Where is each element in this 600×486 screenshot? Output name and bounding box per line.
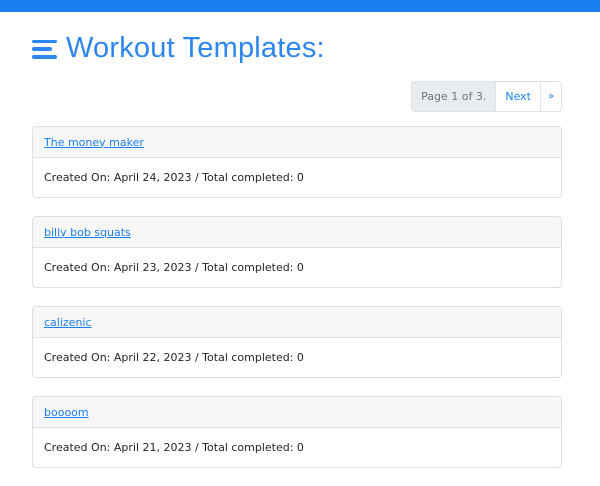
- template-card-header: boooom: [33, 397, 561, 428]
- page-indicator: Page 1 of 3.: [411, 81, 496, 112]
- template-card: The money maker Created On: April 24, 20…: [32, 126, 562, 198]
- page-header: Workout Templates:: [32, 30, 325, 66]
- template-card: billy bob squats Created On: April 23, 2…: [32, 216, 562, 288]
- template-card-header: calizenic: [33, 307, 561, 338]
- template-meta: Created On: April 24, 2023 / Total compl…: [44, 171, 304, 184]
- page-title: Workout Templates:: [66, 32, 325, 64]
- template-link[interactable]: The money maker: [44, 136, 144, 149]
- template-meta: Created On: April 23, 2023 / Total compl…: [44, 261, 304, 274]
- template-meta: Created On: April 22, 2023 / Total compl…: [44, 351, 304, 364]
- template-link[interactable]: billy bob squats: [44, 226, 131, 239]
- next-page-button[interactable]: Next: [495, 81, 540, 112]
- pagination: Page 1 of 3. Next »: [411, 81, 562, 112]
- template-card: boooom Created On: April 21, 2023 / Tota…: [32, 396, 562, 468]
- template-card: calizenic Created On: April 22, 2023 / T…: [32, 306, 562, 378]
- menu-icon[interactable]: [32, 39, 57, 59]
- last-page-button[interactable]: »: [540, 81, 562, 112]
- template-card-header: billy bob squats: [33, 217, 561, 248]
- template-meta: Created On: April 21, 2023 / Total compl…: [44, 441, 304, 454]
- top-navbar: [0, 0, 600, 12]
- template-link[interactable]: calizenic: [44, 316, 92, 329]
- template-list: The money maker Created On: April 24, 20…: [32, 126, 562, 486]
- template-card-header: The money maker: [33, 127, 561, 158]
- template-link[interactable]: boooom: [44, 406, 89, 419]
